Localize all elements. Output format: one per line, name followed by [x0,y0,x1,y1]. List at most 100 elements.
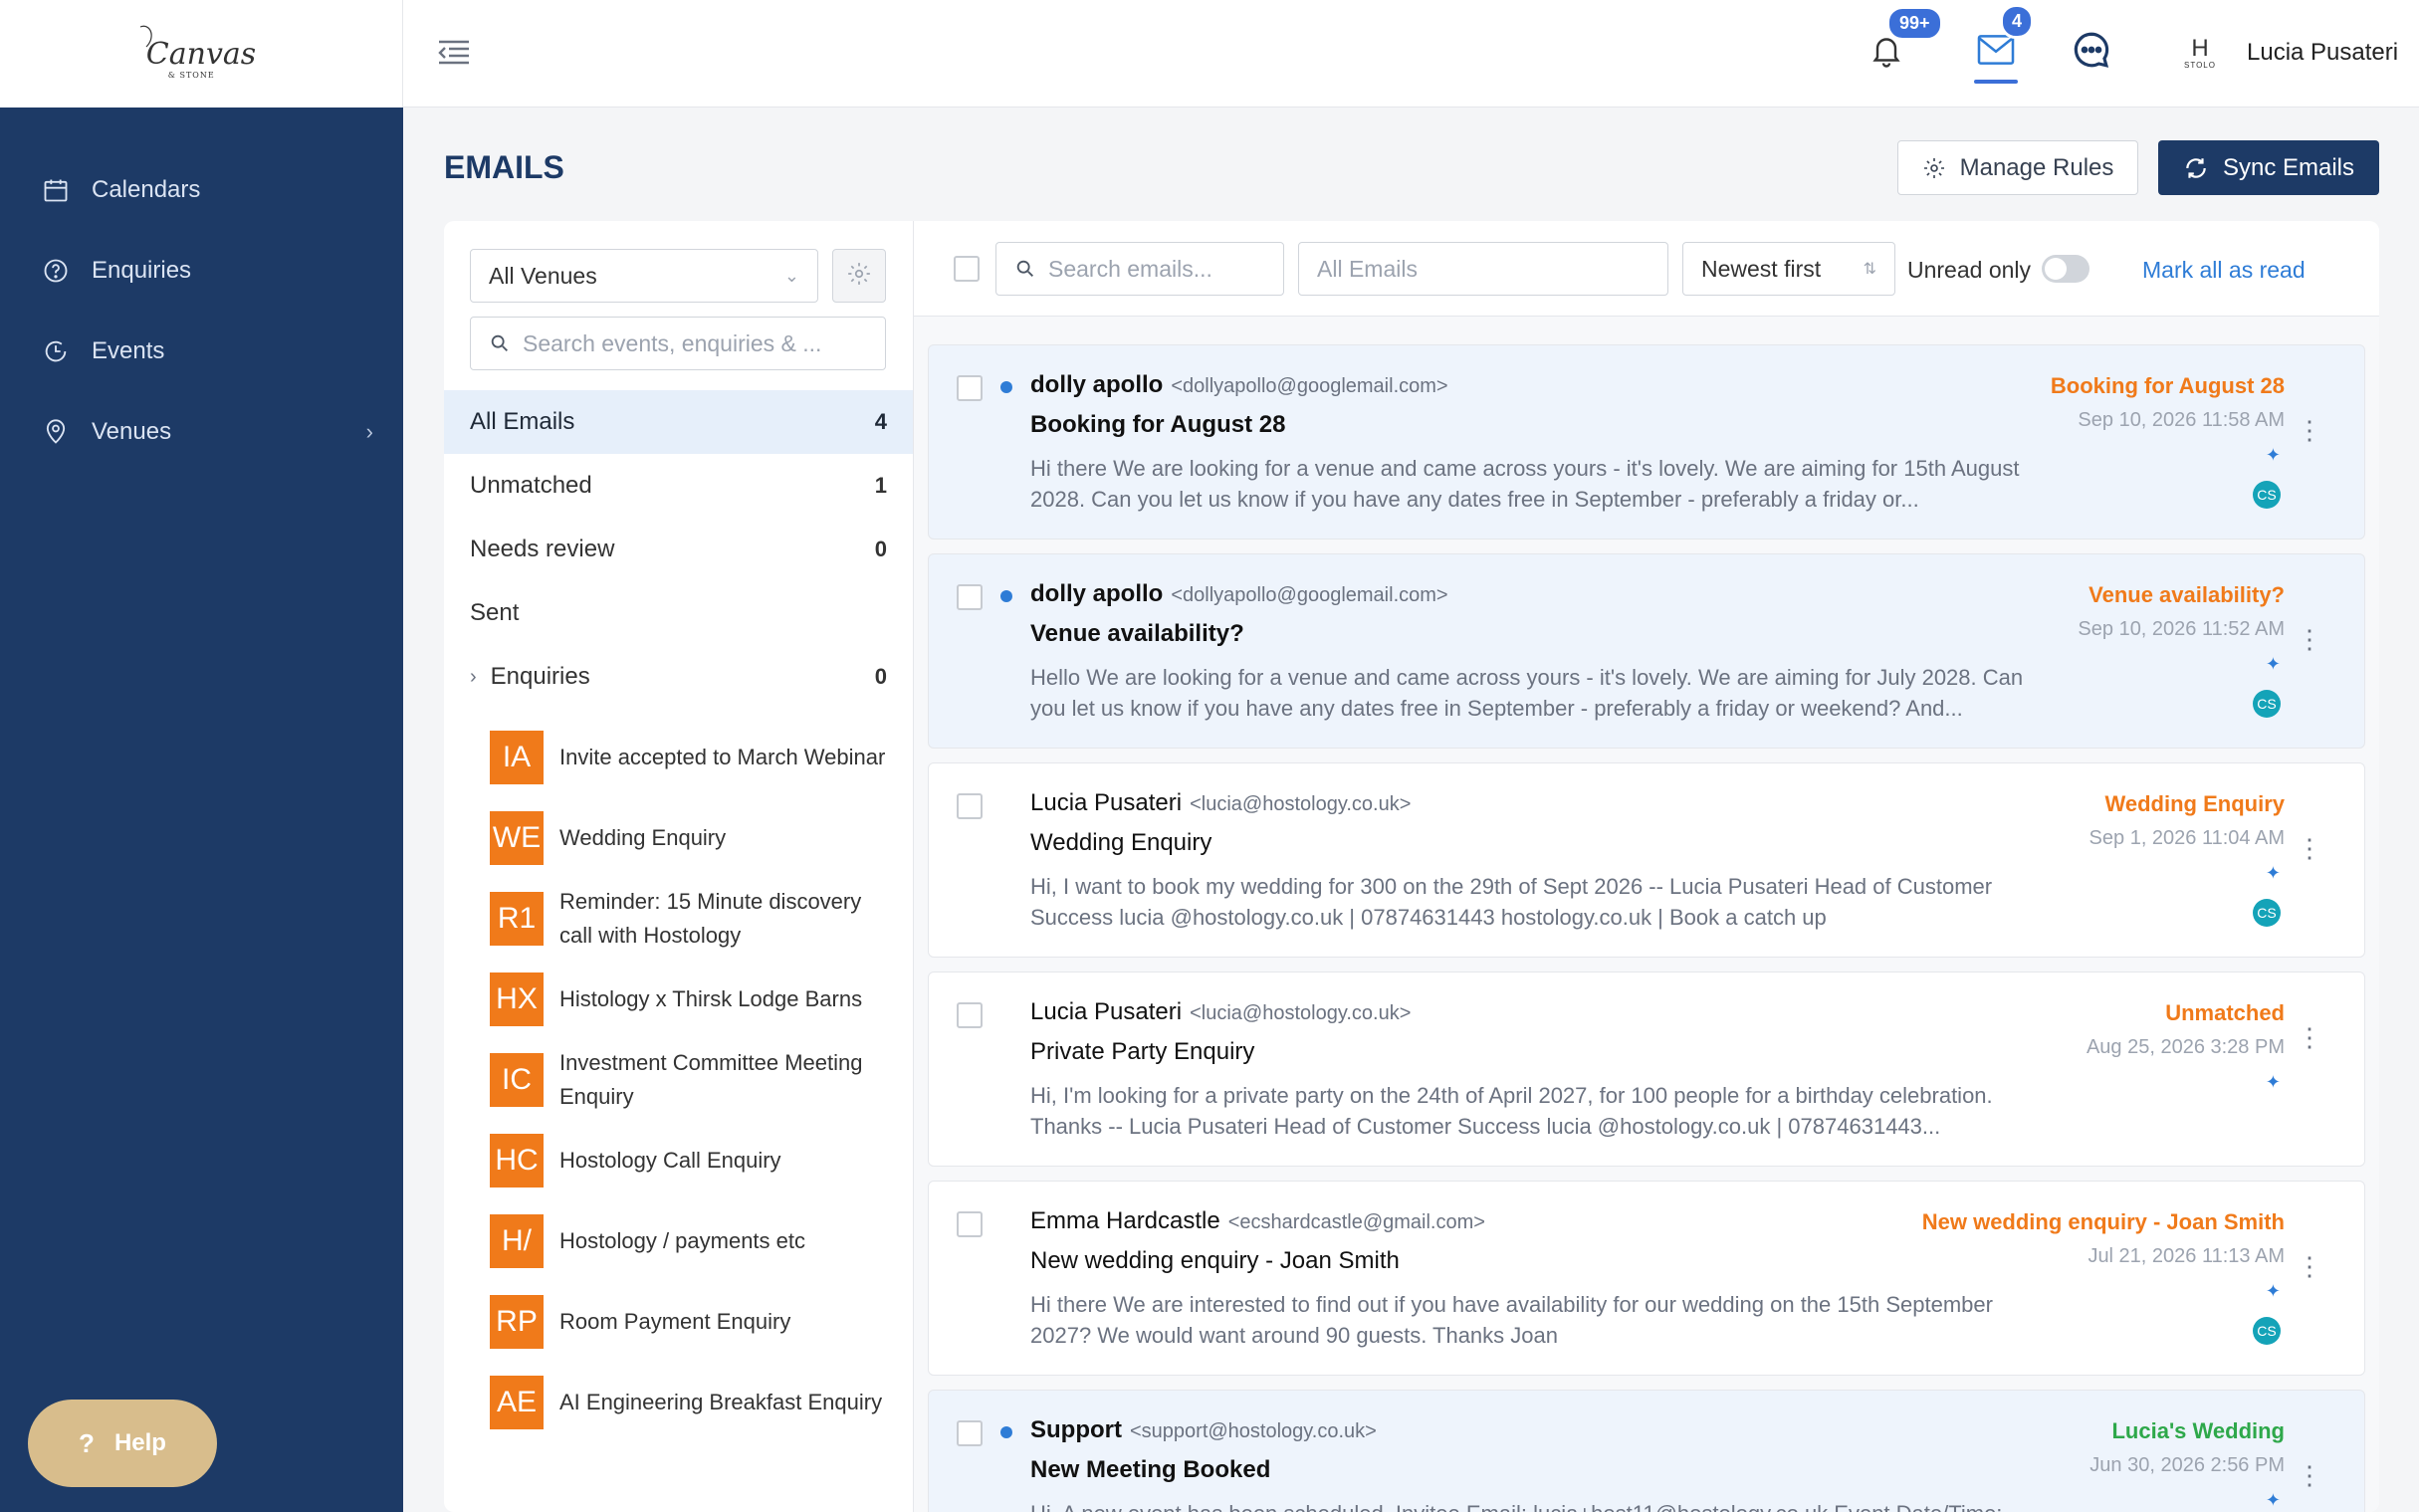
email-date: Sep 1, 2026 11:04 AM [2089,827,2285,849]
sparkle-icon[interactable]: ✦ [2266,445,2281,466]
more-options-icon[interactable]: ⋮ [2297,417,2322,443]
enquiry-label: Investment Committee Meeting Enquiry [559,1049,863,1109]
unread-dot [1000,590,1012,602]
mail-button[interactable]: 4 [1974,4,2035,74]
email-match-label[interactable]: Wedding Enquiry [2105,791,2285,817]
more-options-icon[interactable]: ⋮ [2297,1462,2322,1488]
email-snippet: Hi there We are interested to find out i… [1030,1292,1993,1348]
more-options-icon[interactable]: ⋮ [2297,626,2322,652]
email-checkbox[interactable] [957,1002,983,1028]
folder-search-placeholder: Search events, enquiries & ... [523,329,822,356]
folder-all-emails[interactable]: All Emails 4 [444,390,913,454]
sidebar-item-label: Enquiries [92,256,192,284]
email-checkbox[interactable] [957,793,983,819]
notifications-button[interactable]: 99+ [1865,6,1943,74]
email-subject: Private Party Enquiry [1030,1038,1255,1065]
email-row[interactable]: Support <support@hostology.co.uk> New Mee… [928,1390,2365,1512]
enquiry-item[interactable]: IC Investment Committee Meeting Enquiry [490,1039,898,1120]
email-checkbox[interactable] [957,1211,983,1237]
folder-search-input[interactable]: Search events, enquiries & ... [470,317,886,370]
sidebar-item-venues[interactable]: Venues › [0,391,403,472]
email-checkbox[interactable] [957,375,983,401]
venue-select[interactable]: All Venues ⌄ [470,249,818,303]
sparkle-icon[interactable]: ✦ [2266,1072,2281,1093]
select-all-checkbox[interactable] [954,256,980,282]
email-row[interactable]: dolly apollo <dollyapollo@googlemail.com>… [928,344,2365,540]
enquiry-label: Histology x Thirsk Lodge Barns [559,985,863,1011]
email-row[interactable]: Lucia Pusateri <lucia@hostology.co.uk> Pr… [928,972,2365,1167]
cs-avatar: CS [2253,690,2281,718]
enquiry-item[interactable]: R1 Reminder: 15 Minute discovery call wi… [490,878,898,959]
unread-only-toggle[interactable] [2042,255,2089,283]
mail-badge: 4 [2000,4,2035,39]
email-match-label[interactable]: Booking for August 28 [2051,373,2285,399]
enquiry-item[interactable]: AE AI Engineering Breakfast Enquiry [490,1362,898,1442]
menu-toggle-icon[interactable] [437,38,471,68]
more-options-icon[interactable]: ⋮ [2297,835,2322,861]
sidebar: Calendars Enquiries Events Venues › ? He… [0,0,403,1512]
brand-logo-area[interactable]: Canvas & STONE [0,0,403,108]
sidebar-item-calendars[interactable]: Calendars [0,149,403,230]
email-subject: New Meeting Booked [1030,1456,1271,1483]
email-checkbox[interactable] [957,584,983,610]
avatar: H STOLO [2175,28,2225,78]
sidebar-item-events[interactable]: Events [0,311,403,391]
email-filter-select[interactable]: All Emails [1298,242,1668,296]
unread-dot [1000,1426,1012,1438]
emails-panel: All Venues ⌄ Search events, enquiries & … [444,221,2379,1512]
sparkle-icon[interactable]: ✦ [2266,654,2281,675]
sparkle-icon[interactable]: ✦ [2266,1281,2281,1302]
email-list-column: Search emails... All Emails Newest first… [914,221,2379,1512]
sparkle-icon[interactable]: ✦ [2266,1490,2281,1511]
enquiry-label: Wedding Enquiry [559,824,727,850]
folder-count: 4 [874,409,887,434]
folder-unmatched[interactable]: Unmatched 1 [444,454,913,518]
enquiry-item[interactable]: WE Wedding Enquiry [490,797,898,878]
email-match-label[interactable]: Lucia's Wedding [2111,1418,2285,1444]
sort-value: Newest first [1701,255,1822,282]
email-checkbox[interactable] [957,1420,983,1446]
gear-icon [846,261,872,292]
folder-needs-review[interactable]: Needs review 0 [444,518,913,581]
user-menu[interactable]: H STOLO Lucia Pusateri [2175,28,2398,78]
folder-enquiries[interactable]: › Enquiries 0 [444,645,913,709]
folder-sent[interactable]: Sent [444,581,913,645]
sidebar-item-enquiries[interactable]: Enquiries [0,230,403,311]
email-row[interactable]: Lucia Pusateri <lucia@hostology.co.uk> We… [928,762,2365,958]
email-match-label[interactable]: Unmatched [2165,1000,2285,1026]
sync-icon [2183,155,2209,181]
email-match-label[interactable]: New wedding enquiry - Joan Smith [1922,1209,2285,1235]
sparkle-icon[interactable]: ✦ [2266,863,2281,884]
more-options-icon[interactable]: ⋮ [2297,1024,2322,1050]
map-pin-icon [40,416,72,448]
folder-settings-button[interactable] [832,249,886,303]
email-snippet: Hi, I'm looking for a private party on t… [1030,1083,1993,1139]
sync-emails-button[interactable]: Sync Emails [2158,140,2379,195]
chevron-right-icon: › [365,418,373,444]
enquiry-item[interactable]: RP Room Payment Enquiry [490,1281,898,1362]
sender-name: Lucia Pusateri [1030,789,1183,816]
enquiry-tag: WE [490,810,544,865]
email-sender: Emma Hardcastle <ecshardcastle@gmail.com> [1030,1207,1485,1235]
sort-select[interactable]: Newest first ⇅ [1682,242,1895,296]
enquiry-item[interactable]: HX Histology x Thirsk Lodge Barns [490,959,898,1039]
more-options-icon[interactable]: ⋮ [2297,1253,2322,1279]
email-row[interactable]: Emma Hardcastle <ecshardcastle@gmail.com>… [928,1181,2365,1376]
enquiry-label: AI Engineering Breakfast Enquiry [559,1389,883,1414]
email-match-label[interactable]: Venue availability? [2089,582,2285,608]
enquiry-item[interactable]: HC Hostology Call Enquiry [490,1120,898,1200]
enquiry-item[interactable]: H/ Hostology / payments etc [490,1200,898,1281]
manage-rules-button[interactable]: Manage Rules [1897,140,2138,195]
email-snippet: Hi there We are looking for a venue and … [1030,456,2020,512]
mark-all-read-link[interactable]: Mark all as read [2142,257,2306,284]
enquiry-item[interactable]: IA Invite accepted to March Webinar [490,717,898,797]
notifications-badge: 99+ [1886,6,1943,41]
enquiry-tag: IA [490,730,544,784]
email-search-input[interactable]: Search emails... [995,242,1284,296]
email-row[interactable]: dolly apollo <dollyapollo@googlemail.com>… [928,553,2365,749]
email-sender: Support <support@hostology.co.uk> [1030,1416,1377,1444]
chat-button[interactable] [2070,30,2113,74]
gear-icon [1922,156,1946,180]
email-sender: Lucia Pusateri <lucia@hostology.co.uk> [1030,998,1411,1026]
help-button[interactable]: ? Help [28,1400,217,1487]
